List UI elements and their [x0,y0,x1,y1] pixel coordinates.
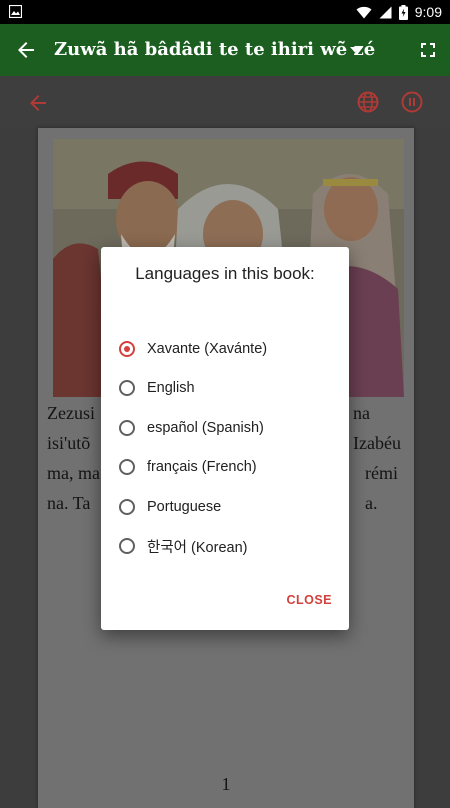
language-option-label: français (French) [147,459,257,476]
pause-icon[interactable] [400,90,424,114]
page-text-line: isi'utõ [47,433,91,453]
app-bar: Zuwã hã bâdâdi te te ihiri wẽ zé [0,24,450,76]
language-option-xavante[interactable]: Xavante (Xavánte) [119,329,349,369]
wifi-icon [356,6,372,18]
battery-charging-icon [398,4,408,20]
radio-button[interactable] [119,538,135,555]
language-option-spanish[interactable]: español (Spanish) [119,408,349,448]
back-arrow-icon[interactable] [14,38,38,62]
page-text-line: Zezusi [47,403,95,423]
page-text-line: a. [365,493,378,513]
radio-button-selected[interactable] [119,340,135,357]
close-button[interactable]: CLOSE [286,593,332,607]
dropdown-caret-icon[interactable] [349,46,361,54]
language-option-korean[interactable]: 한국어 (Korean) [119,527,349,567]
language-option-english[interactable]: English [119,369,349,409]
language-option-french[interactable]: français (French) [119,448,349,488]
language-option-label: English [147,380,195,397]
back-arrow-icon[interactable] [26,91,50,115]
cellular-signal-icon [379,6,392,18]
radio-button[interactable] [119,459,135,476]
language-options: Xavante (Xavánte) English español (Spani… [119,329,349,566]
language-option-label: 한국어 (Korean) [147,539,248,556]
dialog-title: Languages in this book: [135,264,315,283]
status-time: 9:09 [414,4,442,20]
radio-button[interactable] [119,498,135,515]
page-text-line: na [353,403,370,423]
page-text-line: na. Ta [47,493,91,513]
language-option-portuguese[interactable]: Portuguese [119,487,349,527]
languages-dialog: Languages in this book: Xavante (Xavánte… [101,247,349,630]
status-bar: 9:09 [0,0,450,24]
radio-button[interactable] [119,419,135,436]
language-option-label: Portuguese [147,498,222,515]
reader-toolbar [0,76,450,128]
book-title[interactable]: Zuwã hã bâdâdi te te ihiri wẽ zé [54,24,375,76]
page-number: 1 [221,774,231,794]
page-text-line: Izabéu [353,433,401,453]
page-text-line: rémi [365,463,398,483]
globe-icon[interactable] [356,90,380,114]
language-option-label: español (Spanish) [147,419,264,436]
radio-button[interactable] [119,380,135,397]
image-notification-icon [9,5,22,18]
fullscreen-icon[interactable] [416,38,440,62]
page-text-line: ma, ma [47,463,100,483]
language-option-label: Xavante (Xavánte) [147,340,268,357]
